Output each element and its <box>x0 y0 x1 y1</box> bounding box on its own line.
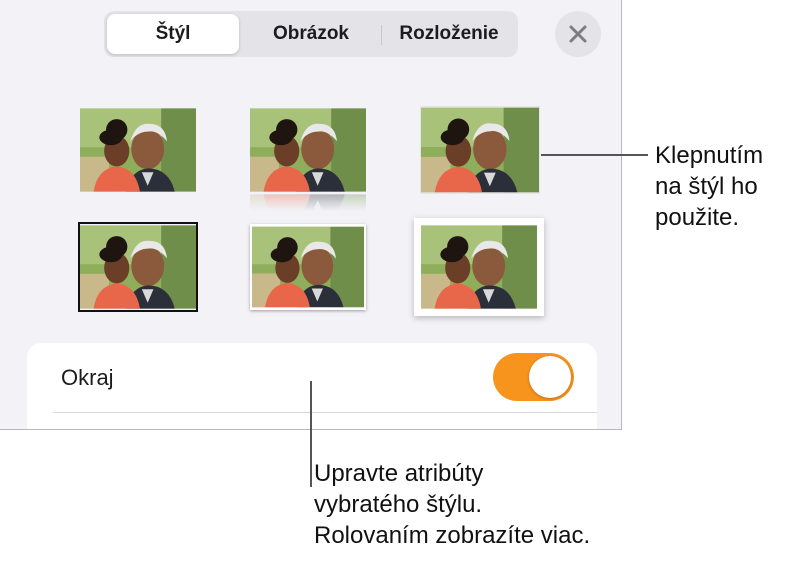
callout-text: Upravte atribúty <box>314 460 484 487</box>
tab-style[interactable]: Štýl <box>107 14 239 54</box>
tab-segmented-control: Štýl Obrázok Rozloženie <box>104 11 518 57</box>
callout-text: Rolovaním zobrazíte viac. <box>314 522 591 549</box>
callout-line-styles <box>541 154 648 156</box>
close-icon <box>569 25 587 43</box>
style-thumbnail-thick-border[interactable] <box>78 222 198 312</box>
photo-image <box>250 193 366 211</box>
photo-image <box>250 107 366 193</box>
callout-styles: Klepnutím na štýl ho použite. <box>655 140 763 233</box>
callout-text: Klepnutím <box>655 142 764 169</box>
border-settings-card: Okraj <box>27 343 597 429</box>
tab-arrange[interactable]: Rozloženie <box>382 14 516 54</box>
photo-image <box>421 225 537 309</box>
style-thumbnail-white-border[interactable] <box>414 218 544 316</box>
callout-line-attributes <box>310 381 312 487</box>
callout-attributes: Upravte atribúty vybratého štýlu. Rolova… <box>314 458 590 551</box>
callout-text: na štýl ho <box>655 173 758 200</box>
style-thumbnail-frame[interactable] <box>250 224 366 310</box>
close-button[interactable] <box>555 11 601 57</box>
border-toggle[interactable] <box>493 353 574 401</box>
callout-text: použite. <box>655 204 740 231</box>
row-separator <box>53 412 597 413</box>
tab-image[interactable]: Obrázok <box>242 14 380 54</box>
reflection-effect <box>250 193 366 211</box>
style-thumbnail-reflection[interactable] <box>250 107 366 193</box>
photo-image <box>252 226 364 308</box>
style-thumbnail-soft-edge[interactable] <box>421 107 539 193</box>
style-thumbnail-plain[interactable] <box>80 107 196 193</box>
photo-image <box>421 107 539 193</box>
photo-image <box>80 224 196 310</box>
toggle-knob <box>529 356 571 398</box>
photo-image <box>80 107 196 193</box>
border-label: Okraj <box>61 365 114 390</box>
callout-text: vybratého štýlu. <box>314 491 483 518</box>
format-popover: Štýl Obrázok Rozloženie Okraj <box>0 0 622 430</box>
